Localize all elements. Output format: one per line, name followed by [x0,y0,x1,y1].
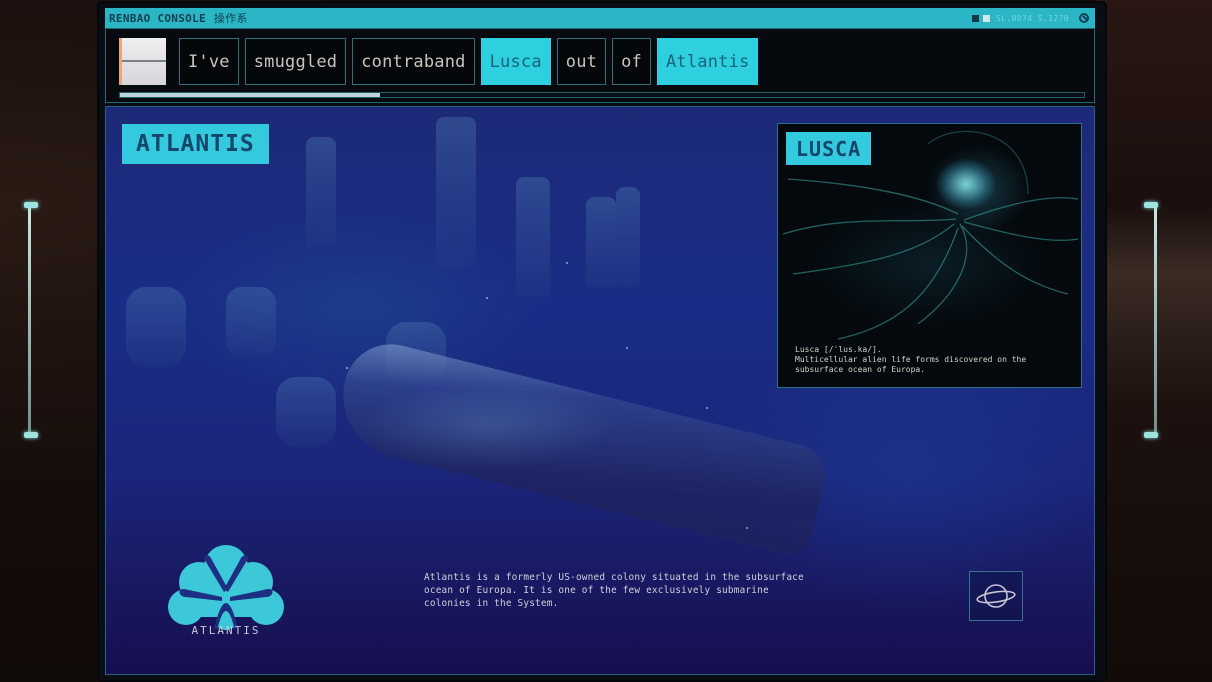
scene-tower [226,287,276,357]
console-handle-left [14,200,42,440]
scene-particle [346,367,348,369]
no-entry-icon[interactable] [1079,13,1089,23]
window-title-text: RENBAO CONSOLE [109,12,206,25]
species-description: Multicellular alien life forms discovere… [795,355,1027,374]
scene-tower [516,177,550,297]
menu-icon [122,60,166,62]
scene-tower [586,197,616,287]
window-title: RENBAO CONSOLE 操作系 [109,10,248,26]
species-card: LUSCA Lusca [/ˈlus.ka/]. Multicellular a… [777,123,1082,388]
console-handle-right [1140,200,1168,440]
progress-bar [119,92,1085,98]
word-button-lusca[interactable]: Lusca [480,38,551,85]
scene-tower [616,187,640,287]
scene-particle [486,297,488,299]
sentence-header: I've smuggled contraband Lusca out of At… [105,28,1095,103]
planet-icon [976,584,1016,608]
main-view: ATLANTIS LUSCA Lusca [/ˈlus.ka/]. Multic… [105,106,1095,675]
scene-particle [746,527,748,529]
scene-particle [706,407,708,409]
word-button-atlantis[interactable]: Atlantis [656,38,759,85]
word-button-of[interactable]: of [612,38,651,85]
status-readout: SL.0074 S.127θ [995,13,1069,23]
scene-tower [276,377,336,447]
word-button-contraband[interactable]: contraband [352,38,475,85]
status-indicator-dark-icon [971,14,979,22]
atlantis-logo-text: ATLANTIS [191,624,261,637]
planet-button[interactable] [969,571,1023,621]
scene-particle [566,262,568,264]
location-description: Atlantis is a formerly US-owned colony s… [424,572,804,609]
window-title-cjk: 操作系 [213,12,248,25]
atlantis-logo-icon [168,545,284,630]
species-label: LUSCA [786,132,872,165]
scene-tower [306,137,336,247]
console-screen: RENBAO CONSOLE 操作系 SL.0074 S.127θ I've sm… [99,3,1105,680]
word-button-ive[interactable]: I've [179,38,239,85]
status-area: SL.0074 S.127θ [971,13,1089,23]
word-button-out[interactable]: out [556,38,607,85]
word-button-smuggled[interactable]: smuggled [244,38,347,85]
menu-button[interactable] [119,38,166,85]
scene-tower [126,287,186,367]
species-pronunciation: Lusca [/ˈlus.ka/]. [795,345,882,354]
status-indicator-light-icon [982,14,990,22]
progress-bar-fill [120,93,381,97]
scene-particle [626,347,628,349]
scene-submarine [329,334,833,560]
scene-tower [436,117,476,267]
title-bar: RENBAO CONSOLE 操作系 SL.0074 S.127θ [105,8,1095,28]
species-caption: Lusca [/ˈlus.ka/]. Multicellular alien l… [795,345,1077,375]
location-label: ATLANTIS [122,124,269,164]
word-list: I've smuggled contraband Lusca out of At… [179,38,759,85]
